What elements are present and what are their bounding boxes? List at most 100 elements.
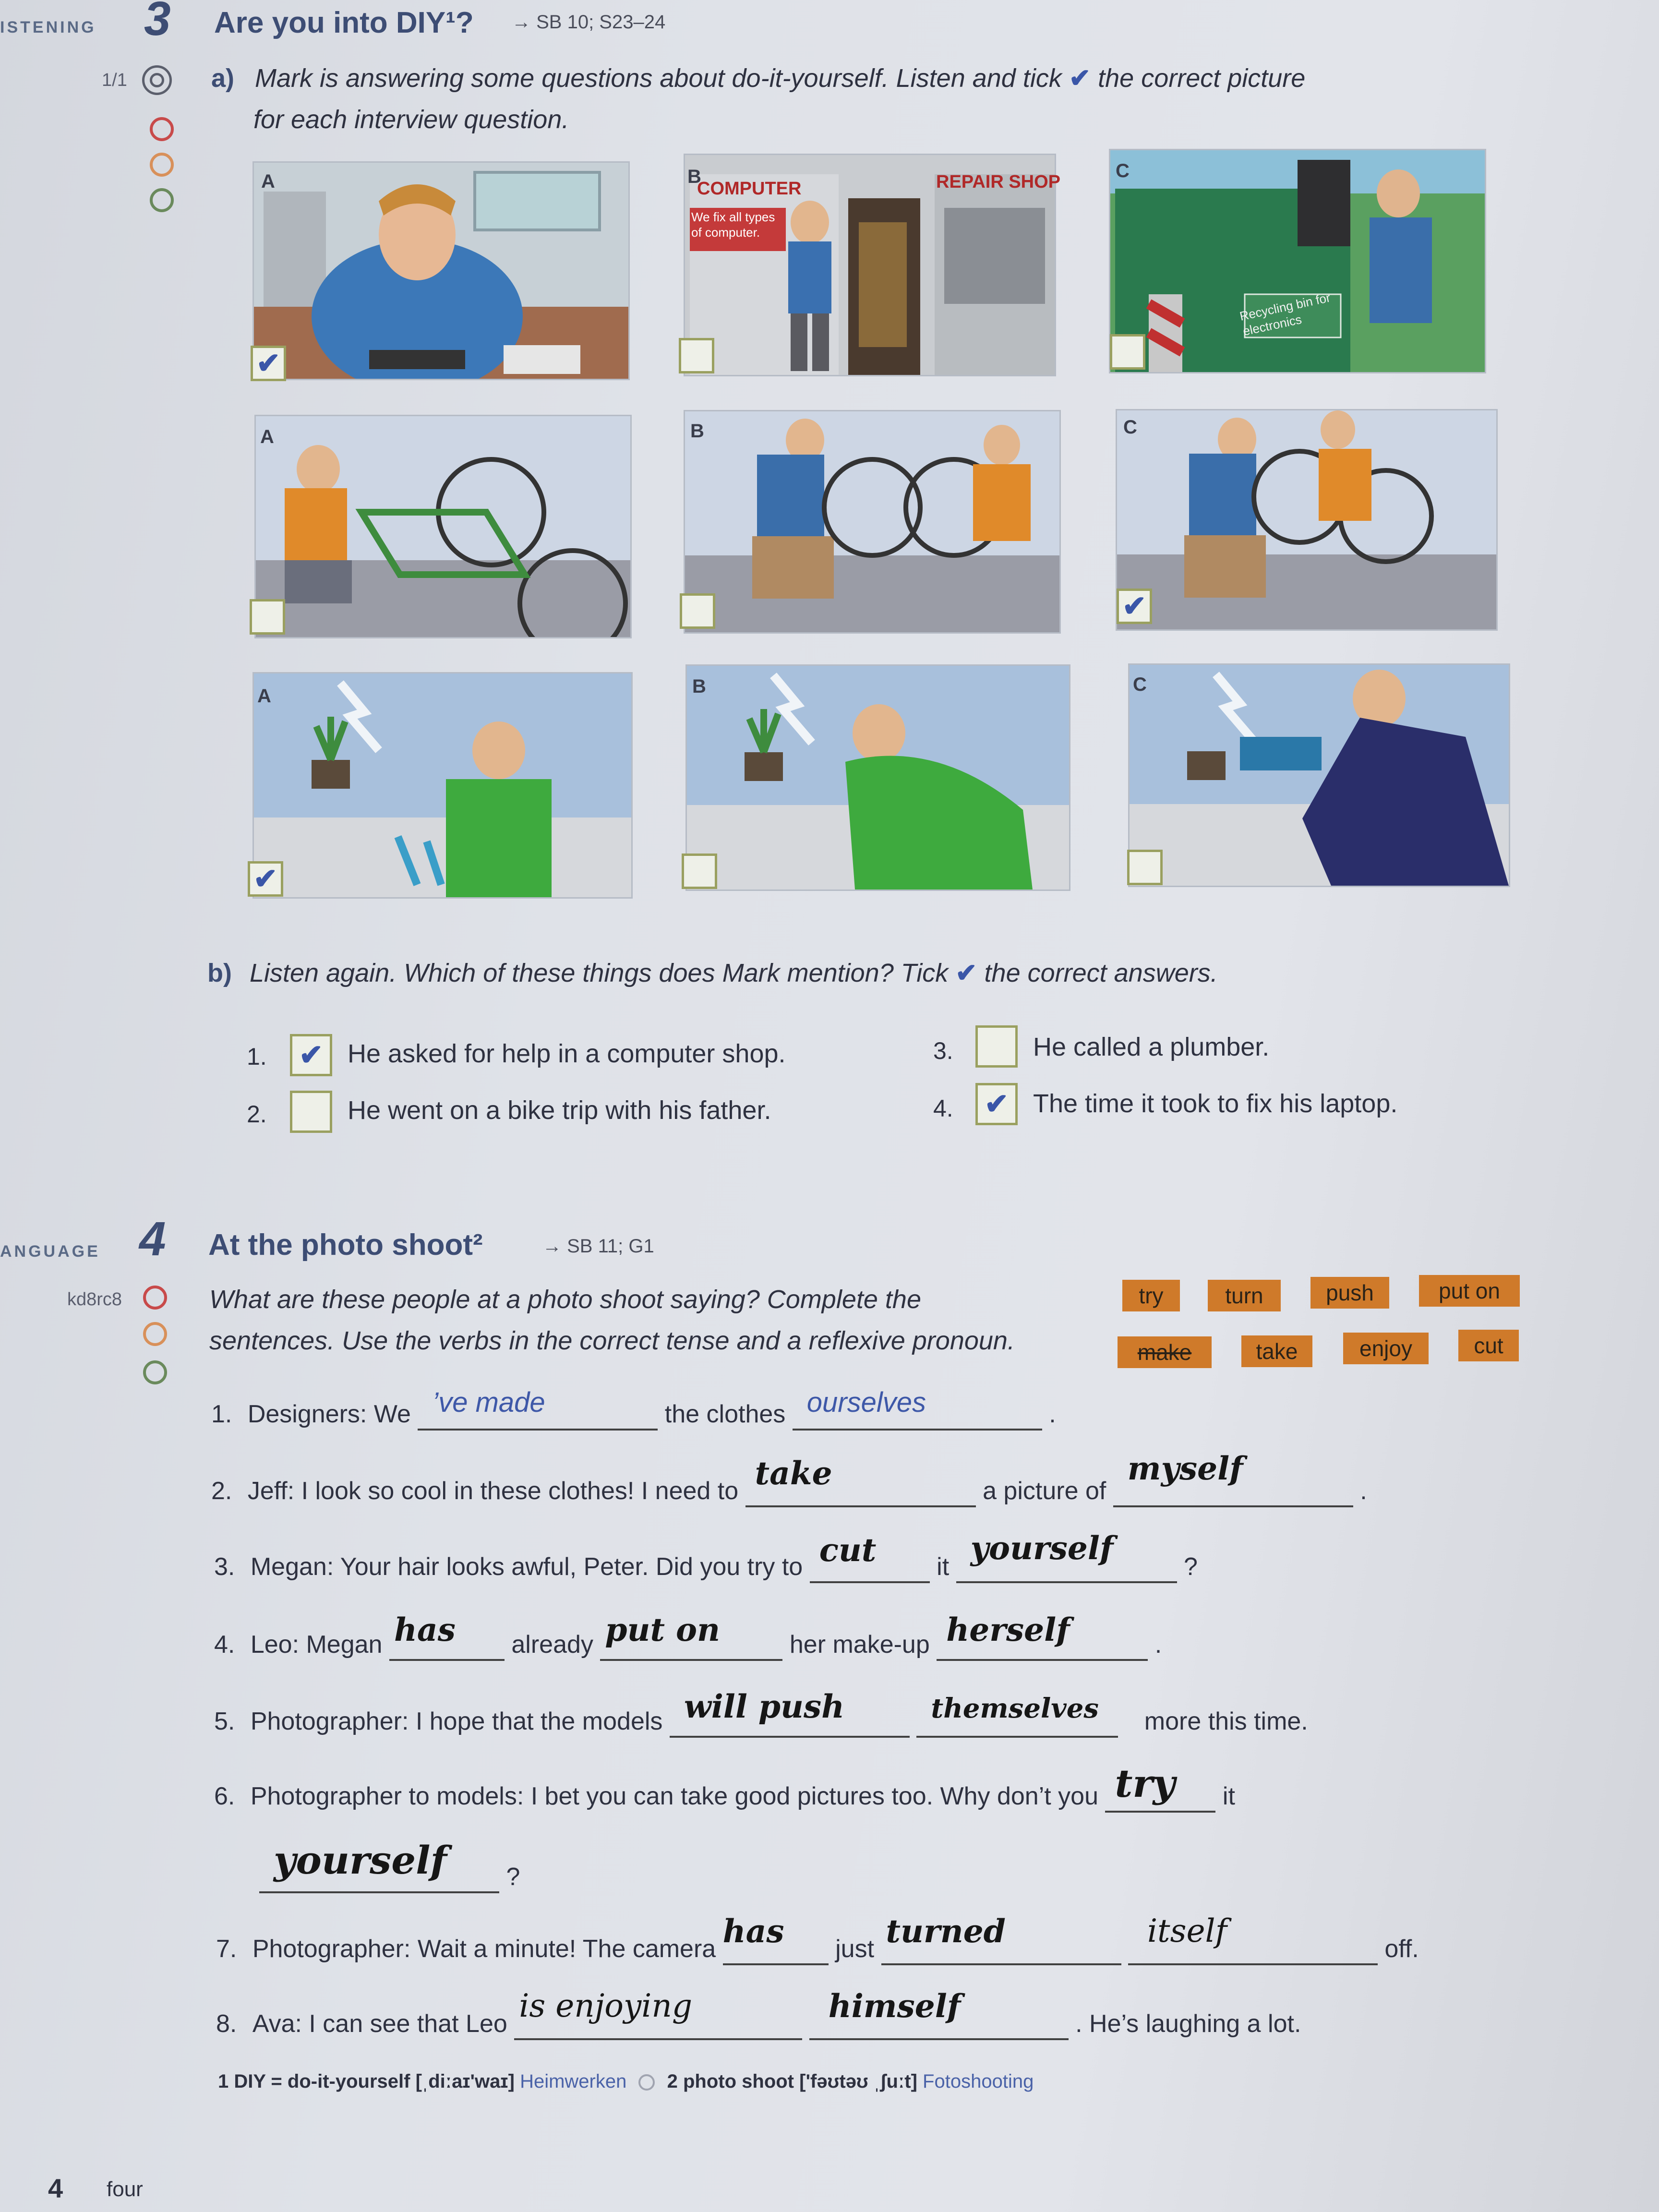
answer-blank[interactable]: ’ve made bbox=[418, 1387, 658, 1431]
difficulty-circle-red bbox=[150, 117, 174, 141]
sentence-2: 2. Jeff: I look so cool in these clothes… bbox=[211, 1450, 1367, 1507]
footnote: 1 DIY = do-it-yourself [ˌdiːaɪ'waɪ] Heim… bbox=[218, 2071, 1034, 2092]
answer-1-checkbox[interactable]: ✔ bbox=[290, 1034, 332, 1076]
sentence-text: Photographer to models: I bet you can ta… bbox=[250, 1782, 1098, 1810]
sentence-3: 3. Megan: Your hair looks awful, Peter. … bbox=[214, 1529, 1198, 1583]
picture-3b-boy-fixing-tap bbox=[685, 664, 1070, 891]
tick-box-1b[interactable] bbox=[679, 338, 714, 373]
exercise-number: 4 bbox=[139, 1212, 166, 1266]
instruction-a: a) Mark is answering some questions abou… bbox=[211, 58, 1411, 140]
sentence-text: Photographer: Wait a minute! The camera bbox=[252, 1935, 716, 1963]
tick-box-2c[interactable]: ✔ bbox=[1117, 589, 1152, 624]
picture-3c-plumber-fixing-tap bbox=[1128, 663, 1510, 887]
exercise-reference: → SB 11; G1 bbox=[542, 1236, 654, 1257]
sentence-6-continued: yourself ? bbox=[259, 1838, 520, 1893]
tick-box-3c[interactable] bbox=[1127, 850, 1163, 885]
answer-text: themselves bbox=[931, 1693, 1099, 1724]
picture-2b-man-fixing-bike bbox=[684, 410, 1061, 634]
section-label-listening: ISTENING bbox=[0, 18, 96, 36]
workbook-page: { "ex3": { "side_label": "ISTENING", "nu… bbox=[0, 0, 1659, 2212]
answer-blank[interactable]: will push bbox=[669, 1688, 910, 1738]
answer-text: try bbox=[1115, 1761, 1176, 1806]
instruction-b-text2: the correct answers. bbox=[984, 959, 1218, 987]
answer-text: yourself bbox=[970, 1529, 1114, 1567]
picture-letter: C bbox=[1123, 417, 1137, 438]
answer-blank[interactable]: yourself bbox=[956, 1529, 1177, 1583]
tick-box-3b[interactable] bbox=[682, 854, 717, 889]
sentence-end: more this time. bbox=[1144, 1707, 1308, 1735]
picture-3a-boy-panicking-at-sink bbox=[252, 672, 633, 899]
answer-2-checkbox[interactable] bbox=[290, 1091, 332, 1133]
sentence-number: 4. bbox=[214, 1631, 235, 1659]
answer-3-checkbox[interactable] bbox=[975, 1025, 1018, 1068]
tick-icon: ✔ bbox=[955, 959, 977, 987]
answer-blank[interactable]: has bbox=[389, 1611, 505, 1661]
answer-text: itself bbox=[1147, 1912, 1227, 1949]
sentence-end: ? bbox=[506, 1863, 520, 1891]
exercise-reference: → SB 10; S23–24 bbox=[512, 12, 666, 33]
tick-box-1a[interactable]: ✔ bbox=[251, 346, 286, 381]
sentence-end: . He’s laughing a lot. bbox=[1075, 2010, 1301, 2038]
sentence-text: a picture of bbox=[983, 1477, 1106, 1505]
tick-box-1c[interactable] bbox=[1110, 334, 1145, 370]
shop-sign-subtext: We fix all types of computer. bbox=[691, 210, 775, 240]
answer-number: 4. bbox=[933, 1095, 953, 1122]
answer-blank[interactable]: put on bbox=[600, 1611, 783, 1661]
answer-text: ’ve made bbox=[432, 1387, 545, 1418]
instruction-4: What are these people at a photo shoot s… bbox=[209, 1279, 1121, 1361]
answer-blank[interactable]: himself bbox=[809, 1987, 1069, 2040]
sentence-text: already bbox=[511, 1631, 593, 1659]
difficulty-circle-orange bbox=[150, 153, 174, 177]
verb-box: put on bbox=[1419, 1275, 1520, 1307]
answer-text: ourselves bbox=[806, 1387, 926, 1418]
tick-mark: ✔ bbox=[253, 863, 278, 895]
answer-blank[interactable]: try bbox=[1105, 1761, 1216, 1813]
answer-text: himself bbox=[828, 1987, 961, 2025]
instruction-a-line1b: the correct picture bbox=[1098, 64, 1306, 93]
instruction-4-line1: What are these people at a photo shoot s… bbox=[209, 1285, 921, 1314]
answer-blank[interactable]: has bbox=[722, 1912, 829, 1965]
verb-box: push bbox=[1310, 1277, 1389, 1309]
sentence-6: 6. Photographer to models: I bet you can… bbox=[214, 1761, 1235, 1813]
page-number-word: four bbox=[107, 2177, 143, 2201]
answer-blank[interactable]: ourselves bbox=[792, 1387, 1042, 1431]
answer-text: has bbox=[394, 1611, 456, 1648]
sentence-4: 4. Leo: Megan has already put on her mak… bbox=[214, 1611, 1162, 1661]
sentence-text: her make-up bbox=[789, 1631, 930, 1659]
answer-4-text: The time it took to fix his laptop. bbox=[1033, 1089, 1398, 1118]
tick-box-2a[interactable] bbox=[250, 599, 285, 635]
footnote-2: 2 photo shoot ['fəʊtəʊ ˌʃuːt] bbox=[667, 2071, 917, 2092]
exercise-number: 3 bbox=[144, 0, 171, 46]
audio-track-number: 1/1 bbox=[102, 70, 127, 90]
answer-blank[interactable]: themselves bbox=[916, 1693, 1118, 1738]
difficulty-circle-red bbox=[143, 1286, 167, 1310]
part-b-label: b) bbox=[207, 959, 232, 987]
shop-sign-repair: REPAIR SHOP bbox=[936, 172, 1061, 192]
picture-letter: B bbox=[690, 421, 704, 442]
answer-4-checkbox[interactable]: ✔ bbox=[975, 1083, 1018, 1125]
answer-text: turned bbox=[886, 1912, 1006, 1950]
answer-blank[interactable]: herself bbox=[937, 1611, 1148, 1661]
answer-blank[interactable]: is enjoying bbox=[514, 1987, 803, 2040]
tick-box-3a[interactable]: ✔ bbox=[248, 861, 283, 897]
sentence-number: 5. bbox=[214, 1707, 235, 1735]
audio-cd-icon[interactable] bbox=[142, 65, 172, 95]
tick-mark: ✔ bbox=[299, 1039, 324, 1071]
answer-1-text: He asked for help in a computer shop. bbox=[348, 1039, 786, 1068]
shop-sign-computer: COMPUTER bbox=[697, 179, 802, 199]
sentence-5: 5. Photographer: I hope that the models … bbox=[214, 1688, 1308, 1738]
answer-blank[interactable]: turned bbox=[881, 1912, 1121, 1965]
answer-blank[interactable]: itself bbox=[1128, 1912, 1378, 1965]
answer-blank[interactable]: cut bbox=[809, 1531, 930, 1583]
sentence-text: it bbox=[937, 1553, 950, 1581]
sentence-8: 8. Ava: I can see that Leo is enjoying h… bbox=[216, 1987, 1301, 2040]
answer-blank[interactable]: myself bbox=[1113, 1450, 1353, 1507]
sentence-text: just bbox=[835, 1935, 875, 1963]
answer-blank[interactable]: yourself bbox=[259, 1838, 499, 1893]
answer-text: herself bbox=[946, 1611, 1070, 1648]
picture-1c-recycling-bin bbox=[1109, 149, 1486, 373]
footnote-1: 1 DIY = do-it-yourself [ˌdiːaɪ'waɪ] bbox=[218, 2071, 515, 2092]
answer-blank[interactable]: take bbox=[745, 1455, 976, 1507]
sentence-text: Jeff: I look so cool in these clothes! I… bbox=[247, 1477, 739, 1505]
tick-box-2b[interactable] bbox=[680, 593, 715, 629]
